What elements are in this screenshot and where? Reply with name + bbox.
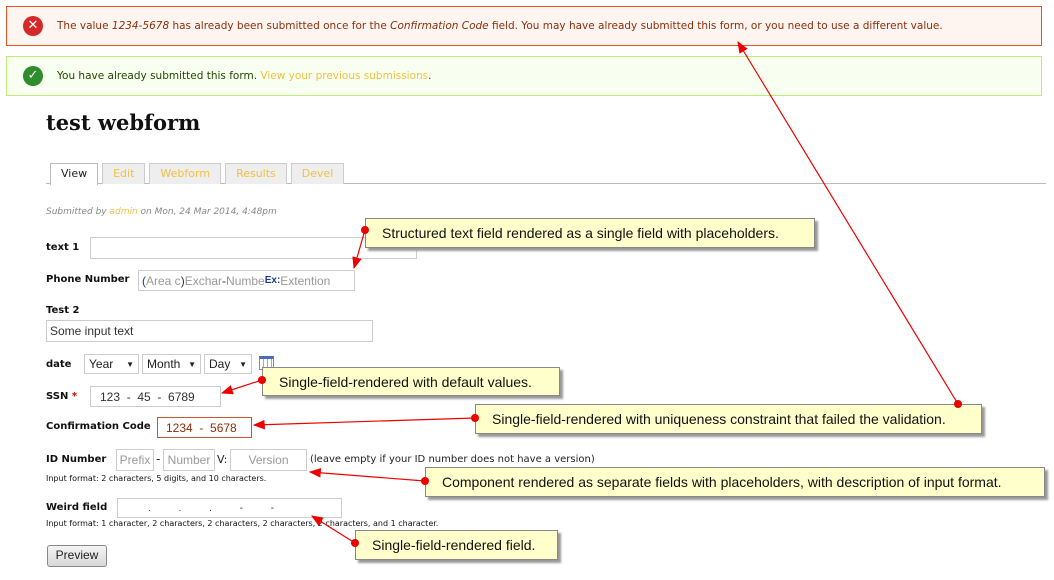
arrow-5 bbox=[310, 515, 356, 544]
arrow-3 bbox=[252, 417, 476, 430]
annotation-arrows bbox=[220, 40, 962, 547]
arrow-4 bbox=[308, 468, 426, 482]
arrow-2 bbox=[220, 379, 263, 395]
arrow-1 bbox=[352, 229, 366, 270]
arrow-3b bbox=[737, 40, 959, 405]
